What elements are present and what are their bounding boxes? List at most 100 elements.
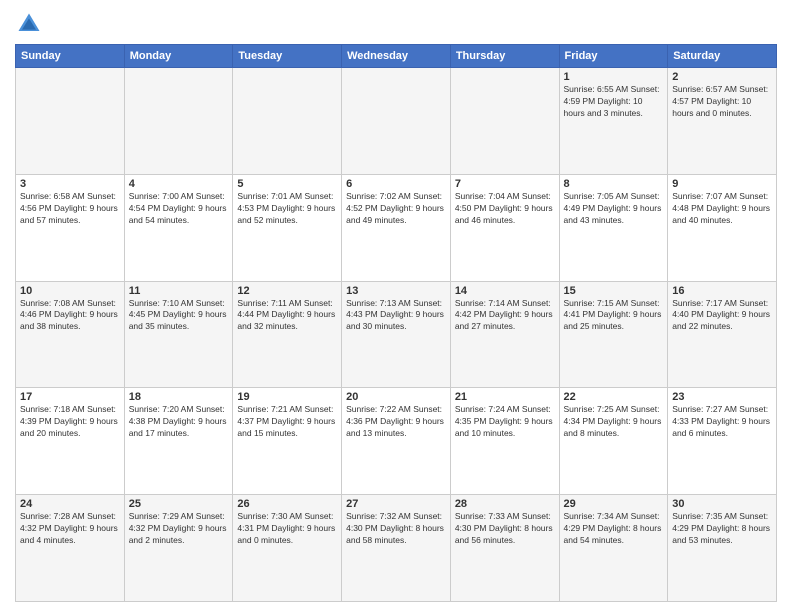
calendar-cell: 5Sunrise: 7:01 AM Sunset: 4:53 PM Daylig… [233,174,342,281]
calendar-cell: 27Sunrise: 7:32 AM Sunset: 4:30 PM Dayli… [342,495,451,602]
day-info: Sunrise: 7:20 AM Sunset: 4:38 PM Dayligh… [129,404,229,440]
calendar-cell: 17Sunrise: 7:18 AM Sunset: 4:39 PM Dayli… [16,388,125,495]
day-number: 23 [672,391,772,403]
day-number: 11 [129,285,229,297]
day-info: Sunrise: 7:17 AM Sunset: 4:40 PM Dayligh… [672,298,772,334]
weekday-header: Sunday [16,45,125,68]
day-number: 9 [672,178,772,190]
day-number: 6 [346,178,446,190]
calendar-body: 1Sunrise: 6:55 AM Sunset: 4:59 PM Daylig… [16,68,777,602]
header [15,10,777,38]
calendar-cell: 15Sunrise: 7:15 AM Sunset: 4:41 PM Dayli… [559,281,668,388]
calendar-cell: 26Sunrise: 7:30 AM Sunset: 4:31 PM Dayli… [233,495,342,602]
day-number: 15 [564,285,664,297]
calendar-cell: 3Sunrise: 6:58 AM Sunset: 4:56 PM Daylig… [16,174,125,281]
weekday-header: Tuesday [233,45,342,68]
calendar-week-row: 17Sunrise: 7:18 AM Sunset: 4:39 PM Dayli… [16,388,777,495]
day-info: Sunrise: 7:18 AM Sunset: 4:39 PM Dayligh… [20,404,120,440]
calendar-header-row: SundayMondayTuesdayWednesdayThursdayFrid… [16,45,777,68]
calendar-cell: 7Sunrise: 7:04 AM Sunset: 4:50 PM Daylig… [450,174,559,281]
day-number: 20 [346,391,446,403]
weekday-header: Thursday [450,45,559,68]
calendar-cell: 11Sunrise: 7:10 AM Sunset: 4:45 PM Dayli… [124,281,233,388]
day-info: Sunrise: 7:24 AM Sunset: 4:35 PM Dayligh… [455,404,555,440]
weekday-header: Wednesday [342,45,451,68]
page: SundayMondayTuesdayWednesdayThursdayFrid… [0,0,792,612]
day-info: Sunrise: 7:13 AM Sunset: 4:43 PM Dayligh… [346,298,446,334]
day-info: Sunrise: 7:07 AM Sunset: 4:48 PM Dayligh… [672,191,772,227]
day-info: Sunrise: 7:04 AM Sunset: 4:50 PM Dayligh… [455,191,555,227]
day-info: Sunrise: 7:08 AM Sunset: 4:46 PM Dayligh… [20,298,120,334]
calendar-cell: 20Sunrise: 7:22 AM Sunset: 4:36 PM Dayli… [342,388,451,495]
day-number: 16 [672,285,772,297]
weekday-header: Friday [559,45,668,68]
weekday-header: Saturday [668,45,777,68]
calendar-cell: 6Sunrise: 7:02 AM Sunset: 4:52 PM Daylig… [342,174,451,281]
calendar-cell: 10Sunrise: 7:08 AM Sunset: 4:46 PM Dayli… [16,281,125,388]
day-info: Sunrise: 7:15 AM Sunset: 4:41 PM Dayligh… [564,298,664,334]
day-info: Sunrise: 6:55 AM Sunset: 4:59 PM Dayligh… [564,84,664,120]
day-info: Sunrise: 7:05 AM Sunset: 4:49 PM Dayligh… [564,191,664,227]
calendar-cell: 19Sunrise: 7:21 AM Sunset: 4:37 PM Dayli… [233,388,342,495]
day-number: 4 [129,178,229,190]
day-number: 18 [129,391,229,403]
day-info: Sunrise: 7:00 AM Sunset: 4:54 PM Dayligh… [129,191,229,227]
day-info: Sunrise: 7:22 AM Sunset: 4:36 PM Dayligh… [346,404,446,440]
day-number: 8 [564,178,664,190]
calendar-cell: 9Sunrise: 7:07 AM Sunset: 4:48 PM Daylig… [668,174,777,281]
day-number: 10 [20,285,120,297]
day-info: Sunrise: 7:35 AM Sunset: 4:29 PM Dayligh… [672,511,772,547]
calendar-cell: 21Sunrise: 7:24 AM Sunset: 4:35 PM Dayli… [450,388,559,495]
day-number: 29 [564,498,664,510]
calendar-cell: 28Sunrise: 7:33 AM Sunset: 4:30 PM Dayli… [450,495,559,602]
day-info: Sunrise: 7:25 AM Sunset: 4:34 PM Dayligh… [564,404,664,440]
day-info: Sunrise: 7:21 AM Sunset: 4:37 PM Dayligh… [237,404,337,440]
day-number: 1 [564,71,664,83]
logo-icon [15,10,43,38]
day-info: Sunrise: 7:01 AM Sunset: 4:53 PM Dayligh… [237,191,337,227]
calendar-cell: 22Sunrise: 7:25 AM Sunset: 4:34 PM Dayli… [559,388,668,495]
day-number: 19 [237,391,337,403]
day-info: Sunrise: 7:32 AM Sunset: 4:30 PM Dayligh… [346,511,446,547]
day-info: Sunrise: 7:34 AM Sunset: 4:29 PM Dayligh… [564,511,664,547]
day-info: Sunrise: 6:57 AM Sunset: 4:57 PM Dayligh… [672,84,772,120]
calendar-cell: 30Sunrise: 7:35 AM Sunset: 4:29 PM Dayli… [668,495,777,602]
day-number: 30 [672,498,772,510]
day-info: Sunrise: 7:27 AM Sunset: 4:33 PM Dayligh… [672,404,772,440]
day-info: Sunrise: 7:14 AM Sunset: 4:42 PM Dayligh… [455,298,555,334]
day-number: 26 [237,498,337,510]
calendar-week-row: 24Sunrise: 7:28 AM Sunset: 4:32 PM Dayli… [16,495,777,602]
day-number: 24 [20,498,120,510]
day-number: 3 [20,178,120,190]
calendar-cell: 4Sunrise: 7:00 AM Sunset: 4:54 PM Daylig… [124,174,233,281]
calendar-cell: 13Sunrise: 7:13 AM Sunset: 4:43 PM Dayli… [342,281,451,388]
day-number: 2 [672,71,772,83]
day-number: 22 [564,391,664,403]
day-info: Sunrise: 6:58 AM Sunset: 4:56 PM Dayligh… [20,191,120,227]
day-number: 13 [346,285,446,297]
calendar-week-row: 10Sunrise: 7:08 AM Sunset: 4:46 PM Dayli… [16,281,777,388]
day-number: 21 [455,391,555,403]
calendar-cell: 23Sunrise: 7:27 AM Sunset: 4:33 PM Dayli… [668,388,777,495]
calendar-cell: 12Sunrise: 7:11 AM Sunset: 4:44 PM Dayli… [233,281,342,388]
calendar-table: SundayMondayTuesdayWednesdayThursdayFrid… [15,44,777,602]
day-number: 28 [455,498,555,510]
calendar-cell: 14Sunrise: 7:14 AM Sunset: 4:42 PM Dayli… [450,281,559,388]
day-number: 12 [237,285,337,297]
day-number: 7 [455,178,555,190]
day-number: 5 [237,178,337,190]
calendar-cell: 18Sunrise: 7:20 AM Sunset: 4:38 PM Dayli… [124,388,233,495]
calendar-cell [124,68,233,175]
calendar-cell [342,68,451,175]
day-info: Sunrise: 7:02 AM Sunset: 4:52 PM Dayligh… [346,191,446,227]
calendar-cell: 29Sunrise: 7:34 AM Sunset: 4:29 PM Dayli… [559,495,668,602]
calendar-cell: 2Sunrise: 6:57 AM Sunset: 4:57 PM Daylig… [668,68,777,175]
weekday-header: Monday [124,45,233,68]
logo [15,10,47,38]
calendar-week-row: 1Sunrise: 6:55 AM Sunset: 4:59 PM Daylig… [16,68,777,175]
calendar-cell: 1Sunrise: 6:55 AM Sunset: 4:59 PM Daylig… [559,68,668,175]
calendar-cell [450,68,559,175]
calendar-cell: 16Sunrise: 7:17 AM Sunset: 4:40 PM Dayli… [668,281,777,388]
day-info: Sunrise: 7:29 AM Sunset: 4:32 PM Dayligh… [129,511,229,547]
calendar-cell: 8Sunrise: 7:05 AM Sunset: 4:49 PM Daylig… [559,174,668,281]
